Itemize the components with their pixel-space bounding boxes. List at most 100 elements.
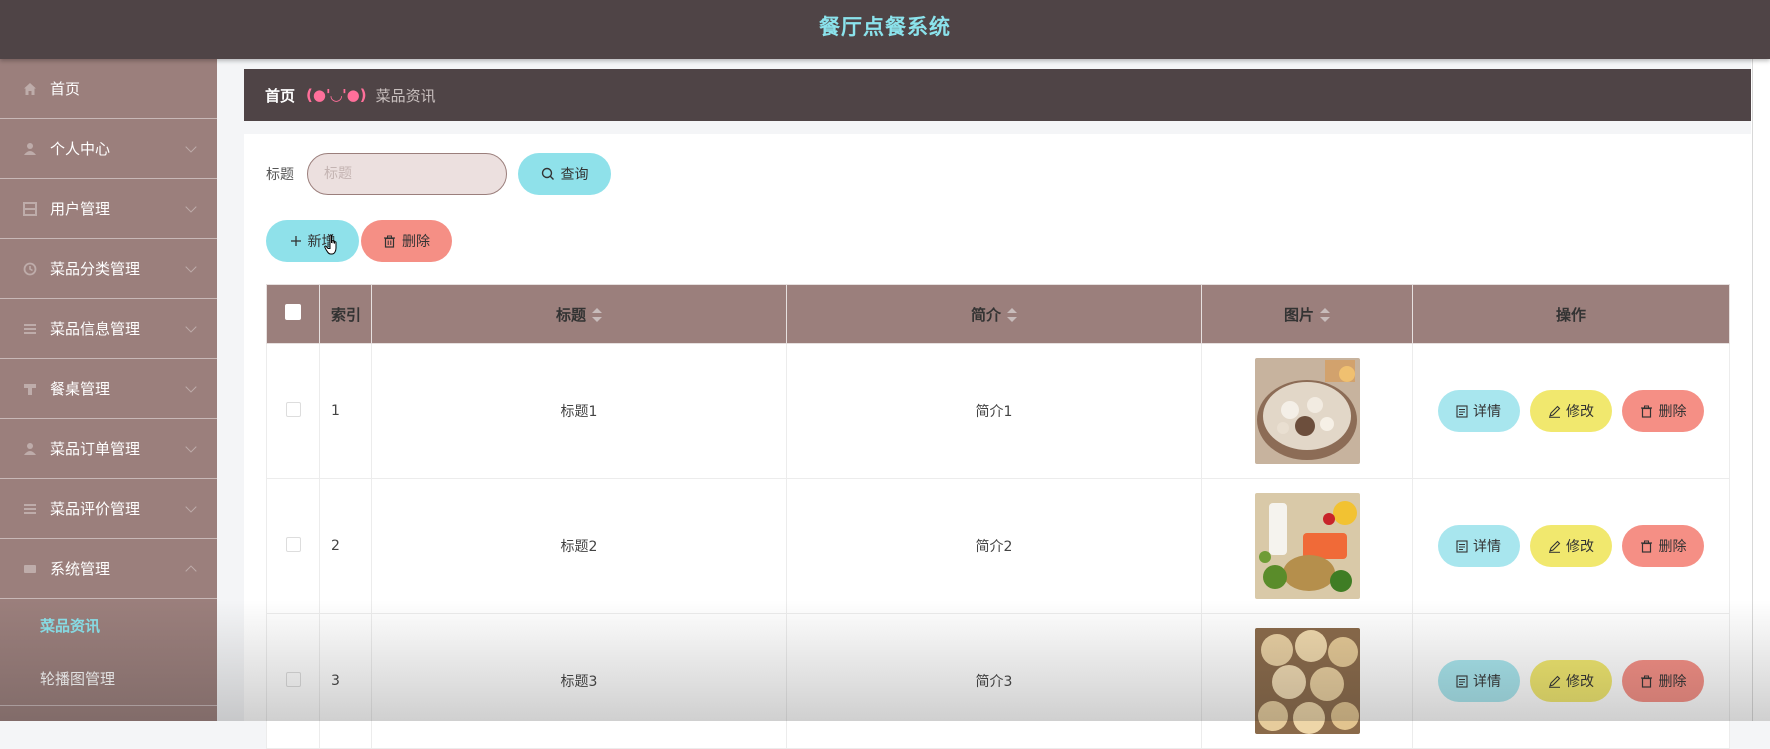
grid-icon (22, 201, 38, 217)
row-checkbox[interactable] (285, 401, 301, 417)
column-header-intro[interactable]: 简介 (786, 284, 1202, 344)
row-image-cell (1201, 478, 1413, 614)
sort-icon[interactable] (592, 308, 602, 322)
sidebar-item-label: 用户管理 (50, 200, 111, 218)
sidebar-menu: 首页 个人中心 用户管理 菜品分类管理 菜品信息管理 餐桌管理 菜品订单管理 菜… (0, 59, 217, 721)
column-header-title[interactable]: 标题 (371, 284, 787, 344)
chevron-up-icon (185, 564, 197, 577)
row-actions: 详情 修改 删除 (1412, 478, 1730, 614)
detail-button-label: 详情 (1473, 539, 1502, 555)
delete-button-label: 删除 (1658, 674, 1687, 690)
plus-icon (290, 235, 302, 247)
content-panel: 标题 查询 新增 删除 (244, 134, 1751, 749)
sidebar-item-category-management[interactable]: 菜品分类管理 (0, 239, 217, 299)
sort-icon[interactable] (1007, 308, 1017, 322)
sidebar-subitem-carousel[interactable]: 轮播图管理 (0, 652, 217, 706)
chevron-down-icon (185, 140, 197, 153)
pastry-photo (1254, 628, 1360, 734)
sidebar-item-label: 菜品评价管理 (50, 500, 141, 518)
edit-button-label: 修改 (1566, 404, 1594, 420)
edit-button[interactable]: 修改 (1530, 660, 1612, 702)
row-intro: 简介3 (786, 613, 1202, 749)
sidebar-item-system-management[interactable]: 系统管理 (0, 539, 217, 599)
hand-cursor-icon (324, 234, 342, 260)
chevron-down-icon (185, 440, 197, 453)
row-actions: 详情 修改 删除 (1412, 613, 1730, 749)
sidebar-item-dish-info-management[interactable]: 菜品信息管理 (0, 299, 217, 359)
edit-button-label: 修改 (1566, 539, 1594, 555)
detail-button[interactable]: 详情 (1437, 660, 1520, 702)
batch-delete-button-label: 删除 (402, 234, 430, 250)
system-icon (22, 561, 38, 577)
row-select-cell (266, 478, 320, 614)
add-button[interactable]: 新增 (266, 220, 359, 262)
row-image-cell (1201, 613, 1413, 749)
hotpot-dish-photo (1254, 358, 1360, 464)
action-bar: 新增 删除 (266, 220, 452, 262)
chevron-down-icon (185, 500, 197, 513)
search-input[interactable] (307, 153, 507, 195)
table-row: 1 标题1 简介1 详情 修改 删除 (266, 343, 1730, 479)
trash-icon (1640, 405, 1653, 418)
breadcrumb-home[interactable]: 首页 (265, 85, 295, 106)
detail-button-label: 详情 (1473, 404, 1502, 420)
batch-delete-button[interactable]: 删除 (361, 220, 452, 262)
pencil-icon (1548, 540, 1561, 553)
table-row: 2 标题2 简介2 详情 修改 删除 (266, 478, 1730, 614)
sidebar-item-label: 菜品信息管理 (50, 320, 141, 338)
edit-button[interactable]: 修改 (1530, 390, 1612, 432)
sidebar-item-personal-center[interactable]: 个人中心 (0, 119, 217, 179)
sidebar-item-order-management[interactable]: 菜品订单管理 (0, 419, 217, 479)
search-label: 标题 (266, 167, 294, 183)
user-icon (22, 141, 38, 157)
document-icon (1456, 674, 1468, 688)
query-button[interactable]: 查询 (518, 153, 611, 195)
row-index: 3 (319, 613, 372, 749)
sidebar-item-label: 菜品订单管理 (50, 440, 141, 458)
delete-button-label: 删除 (1658, 404, 1687, 420)
sidebar-item-label: 个人中心 (50, 140, 111, 158)
row-intro: 简介2 (786, 478, 1202, 614)
delete-button[interactable]: 删除 (1622, 660, 1705, 702)
breadcrumb: 首页 (●'◡'●) 菜品资讯 (244, 69, 1751, 121)
edit-button[interactable]: 修改 (1530, 525, 1612, 567)
delete-button[interactable]: 删除 (1622, 390, 1705, 432)
table-header-row: 索引 标题 简介 图片 操作 (266, 284, 1730, 344)
list-icon (22, 321, 38, 337)
sidebar-item-label: 首页 (50, 80, 81, 98)
sidebar-subitem-dish-news[interactable]: 菜品资讯 (0, 599, 217, 652)
edit-button-label: 修改 (1566, 674, 1594, 690)
sidebar-item-table-management[interactable]: 餐桌管理 (0, 359, 217, 419)
sidebar-item-user-management[interactable]: 用户管理 (0, 179, 217, 239)
detail-button-label: 详情 (1473, 674, 1502, 690)
breadcrumb-current: 菜品资讯 (375, 86, 436, 105)
row-title: 标题1 (371, 343, 787, 479)
sidebar-item-label: 餐桌管理 (50, 380, 111, 398)
row-select-cell (266, 343, 320, 479)
row-checkbox[interactable] (285, 671, 301, 687)
table-row: 3 标题3 简介3 详情 修改 删除 (266, 613, 1730, 749)
pencil-icon (1548, 405, 1561, 418)
column-header-image[interactable]: 图片 (1201, 284, 1413, 344)
healthy-food-photo (1254, 493, 1360, 599)
list-icon (22, 501, 38, 517)
select-all-checkbox[interactable] (285, 304, 301, 320)
row-index: 2 (319, 478, 372, 614)
column-header-actions: 操作 (1412, 284, 1730, 344)
detail-button[interactable]: 详情 (1437, 525, 1520, 567)
sidebar-item-label: 系统管理 (50, 560, 111, 578)
detail-button[interactable]: 详情 (1437, 390, 1520, 432)
column-header-intro-label: 简介 (970, 305, 1001, 324)
sidebar-item-review-management[interactable]: 菜品评价管理 (0, 479, 217, 539)
row-image-cell (1201, 343, 1413, 479)
sort-icon[interactable] (1320, 308, 1330, 322)
delete-button[interactable]: 删除 (1622, 525, 1705, 567)
row-title: 标题2 (371, 478, 787, 614)
table-icon (22, 381, 38, 397)
row-checkbox[interactable] (285, 536, 301, 552)
delete-button-label: 删除 (1658, 539, 1687, 555)
row-title: 标题3 (371, 613, 787, 749)
trash-icon (1640, 675, 1653, 688)
sidebar-item-home[interactable]: 首页 (0, 59, 217, 119)
pencil-icon (1548, 675, 1561, 688)
